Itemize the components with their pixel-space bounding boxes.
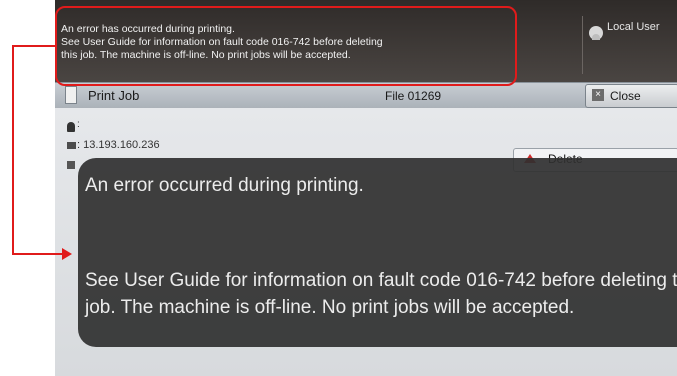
page-title: Print Job bbox=[88, 88, 140, 103]
close-button[interactable]: × Close bbox=[585, 84, 677, 108]
close-label: Close bbox=[610, 89, 641, 103]
arrow-icon bbox=[62, 248, 72, 260]
computer-icon bbox=[67, 142, 76, 149]
file-number: File 01269 bbox=[385, 89, 442, 103]
translation-overlay: An error occurred during printing. See U… bbox=[78, 158, 677, 347]
connector-line-vertical bbox=[12, 45, 14, 255]
job-icon bbox=[67, 161, 75, 169]
local-user-label: Local User bbox=[607, 21, 660, 33]
overlay-line-3: job. The machine is off-line. No print j… bbox=[85, 297, 575, 318]
overlay-line-2: See User Guide for information on fault … bbox=[85, 270, 677, 291]
local-user-button[interactable]: Local User bbox=[582, 16, 677, 74]
connector-line-bottom bbox=[12, 253, 64, 255]
print-job-header: Print Job File 01269 × Close bbox=[55, 82, 677, 110]
user-icon bbox=[589, 26, 603, 40]
person-icon bbox=[67, 122, 75, 132]
overlay-line-1: An error occurred during printing. bbox=[85, 175, 364, 196]
document-icon bbox=[65, 86, 77, 104]
ip-address: : 13.193.160.236 bbox=[77, 139, 160, 151]
user-value: : bbox=[77, 119, 80, 130]
highlight-box bbox=[55, 6, 517, 86]
close-icon: × bbox=[592, 89, 604, 101]
connector-line-top bbox=[12, 45, 56, 47]
